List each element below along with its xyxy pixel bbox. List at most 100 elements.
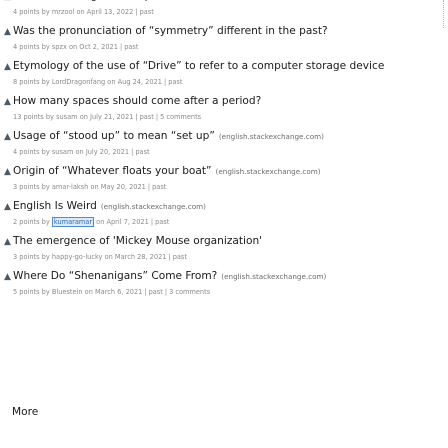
submission-domain[interactable]: (english.stackexchange.com): [101, 197, 206, 216]
past-link[interactable]: past: [135, 148, 149, 156]
upvote-arrow-icon[interactable]: ▲: [4, 163, 12, 182]
submission-title-link[interactable]: Where Do “Shenanigans” Come From?: [13, 267, 217, 286]
separator: |: [119, 43, 123, 51]
separator: |: [163, 78, 167, 86]
submission-title-link[interactable]: Usage of “stood up” to mean “set up”: [13, 127, 215, 146]
submission-meta: 3 points by happy-go-lucky on March 28, …: [4, 251, 448, 263]
submission-meta: 4 points by mrzool on April 13, 2022 | pas…: [4, 6, 448, 18]
username-link[interactable]: kumaramar: [51, 217, 95, 227]
submission-title-link[interactable]: The emergence of 'Mickey Mouse organizat…: [13, 232, 262, 251]
upvote-arrow-icon[interactable]: ▲: [4, 198, 12, 217]
points-count: 3 points: [13, 253, 40, 261]
date-link[interactable]: April 13, 2022: [87, 8, 134, 16]
submission-title-link[interactable]: Etymology of the use of “Drive” to refer…: [13, 57, 384, 76]
past-link[interactable]: past: [140, 8, 154, 16]
submission-title-row: ▲ Usage of “stood up” to mean “set up” (en…: [4, 127, 448, 146]
date-link[interactable]: Aug 24, 2021: [118, 78, 162, 86]
submission-title-link[interactable]: Was the pronunciation of “symmetry” diff…: [13, 22, 328, 41]
on-label: on: [79, 113, 88, 121]
separator: |: [131, 148, 134, 156]
by-label: by: [41, 183, 50, 191]
points-count: 4 points: [13, 148, 40, 156]
username-link[interactable]: susam: [52, 148, 74, 156]
by-label: by: [45, 113, 54, 121]
upvote-arrow-icon[interactable]: ▲: [4, 268, 12, 287]
username-link[interactable]: LordDragonfang: [52, 78, 105, 86]
submission-meta: 5 points by Bluestein on March 6, 2021 | p…: [4, 286, 448, 298]
list-item: ▲ The emergence of 'Mickey Mouse organiza…: [0, 232, 448, 267]
past-link[interactable]: past: [149, 288, 163, 296]
on-label: on: [68, 43, 78, 51]
submission-meta: 13 points by susam on July 21, 2021 | past…: [4, 111, 448, 123]
username-link[interactable]: spzx: [52, 43, 67, 51]
past-link[interactable]: past: [140, 113, 154, 121]
list-item: ▲ English Is Weird (english.stackexchange.…: [0, 197, 448, 232]
past-link[interactable]: past: [152, 183, 166, 191]
date-link[interactable]: May 20, 2021: [101, 183, 146, 191]
submission-title-link[interactable]: English Is Weird: [13, 197, 97, 216]
upvote-arrow-icon[interactable]: ▲: [4, 23, 12, 42]
by-label: by: [41, 78, 50, 86]
submission-title-row: ▲ English Is Weird (english.stackexchange.…: [4, 197, 448, 216]
by-label: by: [41, 148, 50, 156]
points-count: 13 points: [13, 113, 44, 121]
separator: |: [150, 218, 154, 226]
submission-title-row: ▲ Was the pronunciation of “symmetry” dif…: [4, 22, 448, 41]
submission-title-row: ▲ How many spaces should come after a per…: [4, 92, 448, 111]
separator: |: [135, 113, 138, 121]
username-link[interactable]: Bluestein: [52, 288, 83, 296]
past-link[interactable]: past: [173, 253, 187, 261]
separator: |: [164, 288, 168, 296]
on-label: on: [76, 8, 85, 16]
list-item: ▲ How many spaces should come after a per…: [0, 92, 448, 127]
date-link[interactable]: July 20, 2021: [86, 148, 129, 156]
past-link[interactable]: past: [124, 43, 138, 51]
upvote-arrow-icon[interactable]: ▲: [4, 93, 12, 112]
submission-meta: 4 points by spzx on Oct 2, 2021 | past: [4, 41, 448, 53]
date-link[interactable]: Oct 2, 2021: [79, 43, 118, 51]
separator: |: [147, 183, 151, 191]
points-count: 2 points: [13, 218, 40, 226]
submission-domain[interactable]: (english.stackexchange.com): [221, 267, 326, 286]
username-link[interactable]: mrzool: [52, 8, 75, 16]
username-link[interactable]: happy-go-lucky: [52, 253, 103, 261]
submission-domain[interactable]: (english.stackexchange.com): [216, 162, 321, 181]
upvote-arrow-icon[interactable]: ▲: [4, 0, 12, 7]
submission-title-link[interactable]: How many spaces should come after a peri…: [13, 92, 261, 111]
submission-meta: 8 points by LordDragonfang on Aug 24, 20…: [4, 76, 448, 88]
separator: |: [144, 288, 147, 296]
on-label: on: [90, 183, 99, 191]
submission-title-link[interactable]: Origin of “Whatever floats your boat”: [13, 162, 212, 181]
upvote-arrow-icon[interactable]: ▲: [4, 128, 12, 147]
list-item: ▲What is the origin of the phrase “time …: [0, 0, 448, 22]
separator: |: [135, 8, 138, 16]
comments-link[interactable]: 3 comments: [169, 288, 210, 296]
upvote-arrow-icon[interactable]: ▲: [4, 58, 12, 77]
by-label: by: [41, 43, 50, 51]
username-link[interactable]: amar-laksh: [52, 183, 88, 191]
more-link[interactable]: More: [12, 406, 38, 418]
date-link[interactable]: July 21, 2021: [90, 113, 133, 121]
past-link[interactable]: past: [155, 218, 169, 226]
on-label: on: [107, 78, 116, 86]
submission-list: ▲What is the origin of the phrase “time …: [0, 0, 448, 302]
submission-meta: 3 points by amar-laksh on May 20, 2021 | p…: [4, 181, 448, 193]
points-count: 4 points: [13, 8, 40, 16]
username-link[interactable]: susam: [56, 113, 78, 121]
separator: |: [155, 113, 159, 121]
list-item: ▲ Etymology of the use of “Drive” to refe…: [0, 57, 448, 92]
by-label: by: [41, 253, 50, 261]
date-link[interactable]: March 28, 2021: [115, 253, 167, 261]
submission-domain[interactable]: (english.stackexchange.com): [219, 127, 324, 146]
search-results-page: ▲What is the origin of the phrase “time …: [0, 0, 448, 448]
submission-meta: 4 points by susam on July 20, 2021 | past: [4, 146, 448, 158]
comments-link[interactable]: 5 comments: [160, 113, 201, 121]
date-link[interactable]: March 6, 2021: [95, 288, 142, 296]
list-item: ▲ Origin of “Whatever floats your boat” (e…: [0, 162, 448, 197]
list-item: ▲ Usage of “stood up” to mean “set up” (en…: [0, 127, 448, 162]
upvote-arrow-icon[interactable]: ▲: [4, 233, 12, 252]
date-link[interactable]: April 7, 2021: [106, 218, 148, 226]
past-link[interactable]: past: [168, 78, 182, 86]
points-count: 8 points: [13, 78, 40, 86]
points-count: 5 points: [13, 288, 40, 296]
